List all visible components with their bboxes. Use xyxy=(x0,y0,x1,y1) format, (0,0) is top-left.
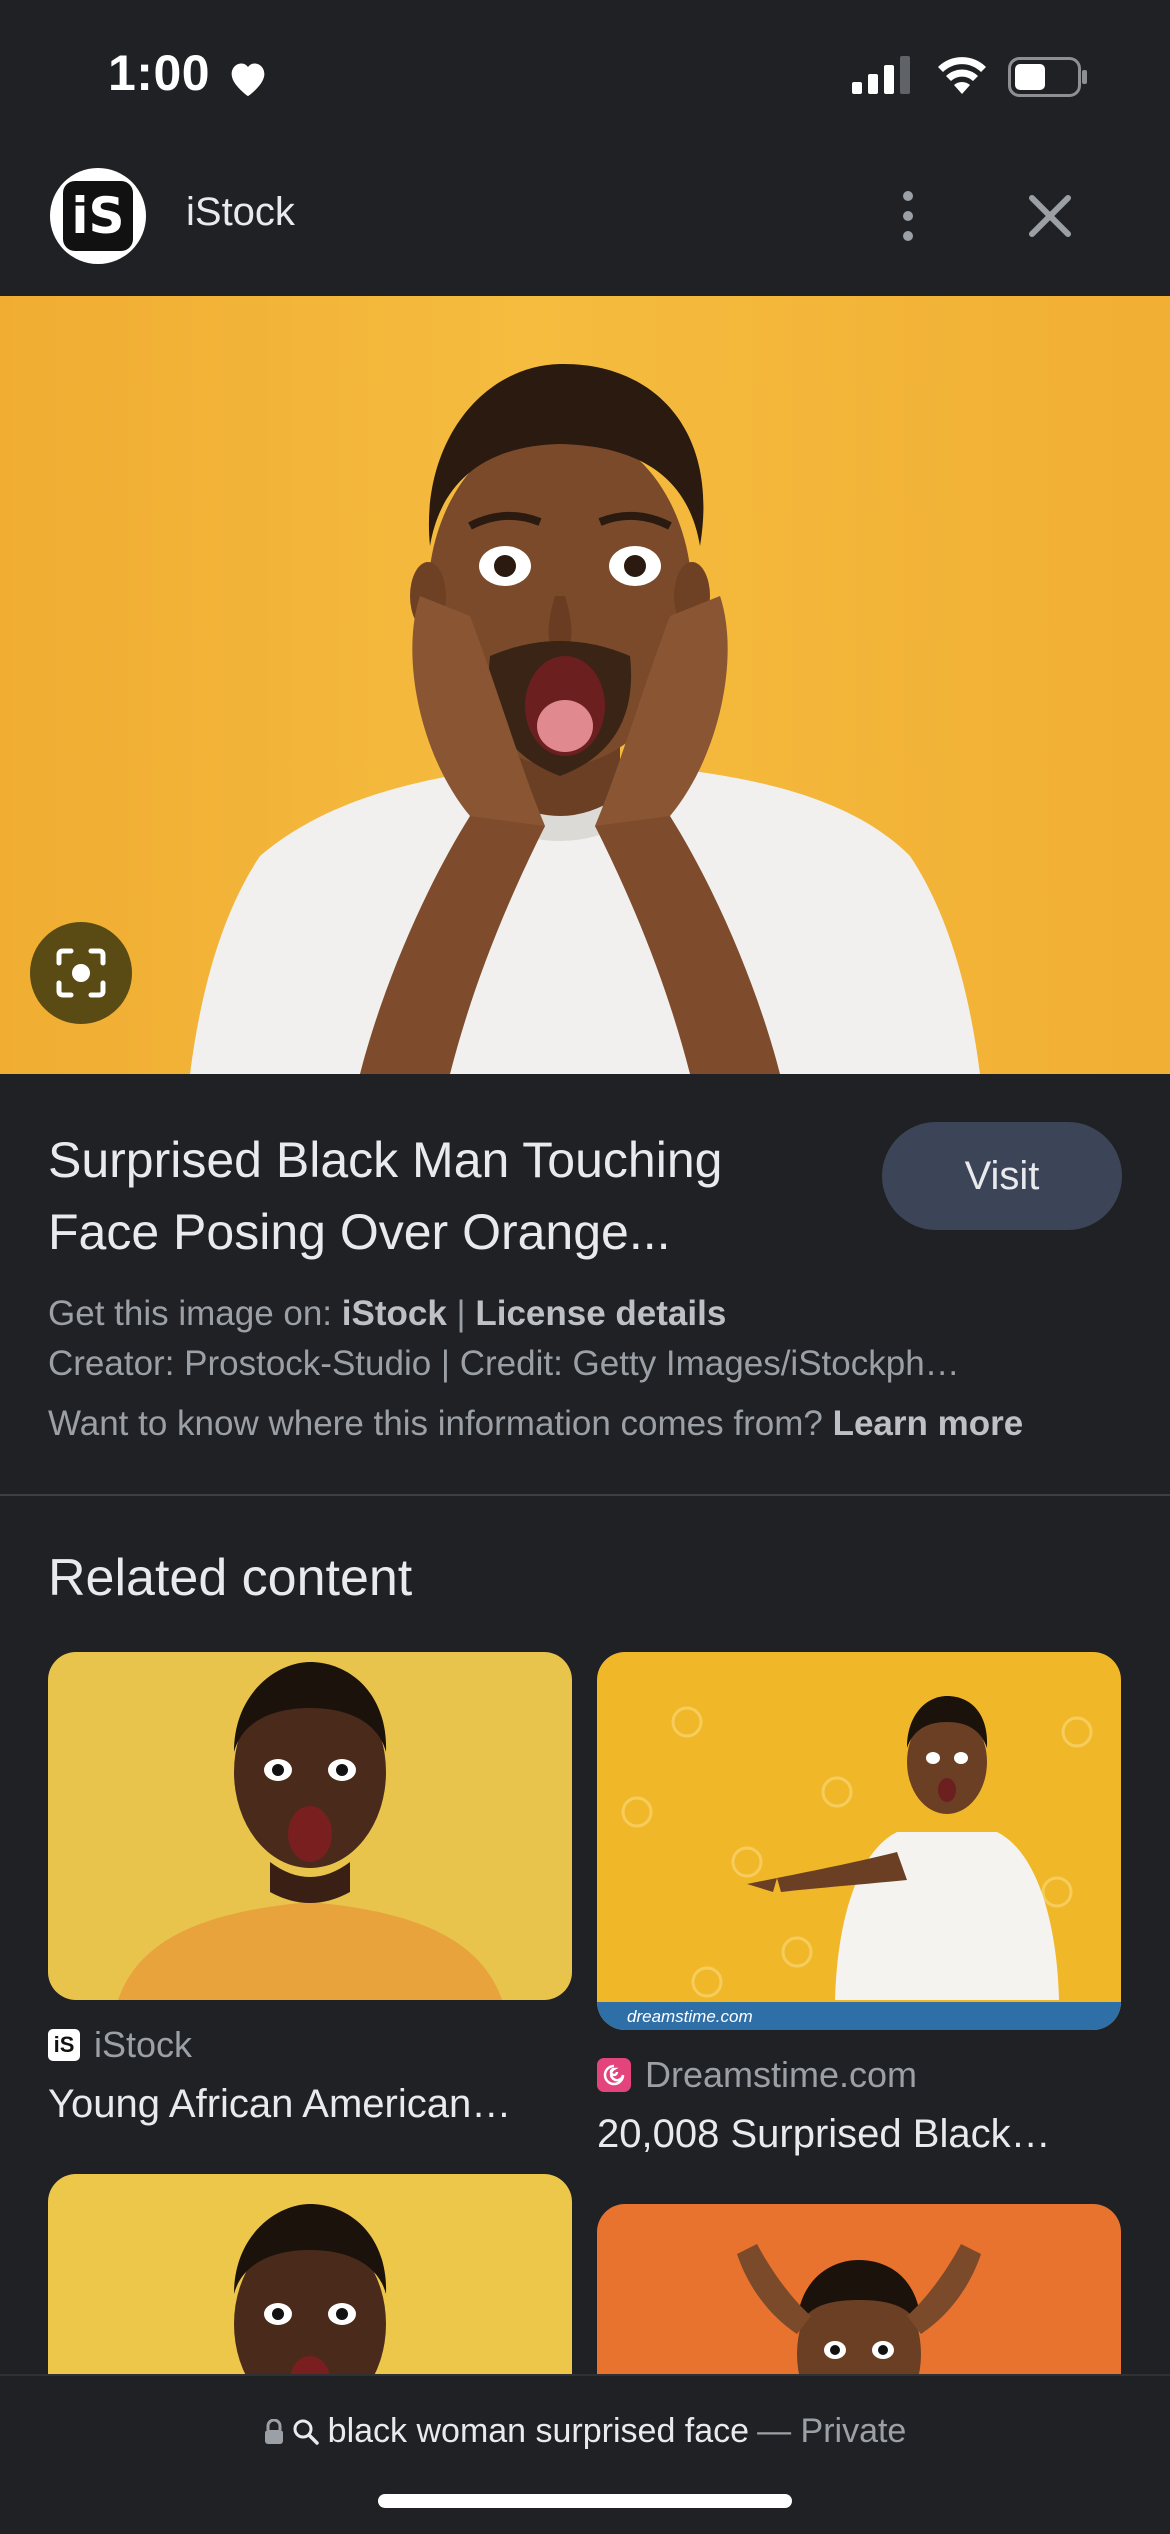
istock-logo[interactable]: iS xyxy=(50,168,146,264)
visit-button[interactable]: Visit xyxy=(882,1122,1122,1230)
get-image-source-link[interactable]: iStock xyxy=(342,1294,447,1333)
more-options-button[interactable] xyxy=(878,176,938,256)
url-row: black woman surprised face — Private xyxy=(0,2412,1170,2451)
lock-icon xyxy=(264,2418,283,2444)
bottom-url-bar[interactable]: black woman surprised face — Private xyxy=(0,2374,1170,2534)
home-indicator[interactable] xyxy=(378,2494,792,2508)
site-name[interactable]: iStock xyxy=(186,190,295,235)
info-question: Want to know where this information come… xyxy=(48,1404,833,1443)
status-bar: 1:00 xyxy=(0,0,1170,150)
related-card-source: Dreamstime.com xyxy=(597,2054,917,2096)
more-dot-icon xyxy=(903,211,913,221)
section-divider xyxy=(0,1494,1170,1496)
result-title-line: Face Posing Over Orange... xyxy=(48,1204,671,1260)
more-dot-icon xyxy=(903,191,913,201)
battery-icon xyxy=(1008,57,1087,97)
get-image-line: Get this image on: iStock | License deta… xyxy=(48,1294,726,1334)
related-image-card[interactable]: dreamstime.com xyxy=(597,1652,1121,2030)
related-content-heading: Related content xyxy=(48,1549,413,1607)
related-card-source: iS iStock xyxy=(48,2024,192,2066)
separator: | xyxy=(446,1294,476,1333)
related-card-title[interactable]: 20,008 Surprised Black… xyxy=(597,2112,1051,2157)
result-title-line: Surprised Black Man Touching xyxy=(48,1132,723,1188)
creator-line: Creator: Prostock-Studio | Credit: Getty… xyxy=(48,1344,960,1383)
related-card-source-name: iStock xyxy=(94,2024,193,2065)
istock-icon: iS xyxy=(48,2029,80,2061)
dreamstime-watermark: dreamstime.com xyxy=(627,2007,753,2026)
istock-logo-text: iS xyxy=(63,181,133,251)
cellular-signal-icon xyxy=(852,56,910,94)
viewer-header: iS iStock xyxy=(0,150,1170,296)
related-image-card[interactable] xyxy=(48,1652,572,2000)
close-icon[interactable] xyxy=(1010,176,1090,256)
search-query[interactable]: black woman surprised face xyxy=(328,2412,749,2451)
get-image-prefix: Get this image on: xyxy=(48,1294,342,1333)
related-thumbnail: dreamstime.com xyxy=(597,1652,1121,2030)
related-card-source-name: Dreamstime.com xyxy=(645,2054,918,2095)
heart-icon xyxy=(231,63,265,97)
related-card-title[interactable]: Young African American… xyxy=(48,2082,511,2127)
license-details-link[interactable]: License details xyxy=(475,1294,726,1333)
status-time: 1:00 xyxy=(108,45,211,101)
learn-more-link[interactable]: Learn more xyxy=(833,1404,1024,1443)
dreamstime-icon xyxy=(597,2058,631,2092)
surprised-man-photo xyxy=(190,363,980,1074)
private-label: — Private xyxy=(757,2412,907,2450)
lens-icon xyxy=(56,948,106,998)
main-result-image[interactable] xyxy=(0,296,1170,1074)
info-line: Want to know where this information come… xyxy=(48,1404,1023,1444)
result-title[interactable]: Surprised Black Man Touching Face Posing… xyxy=(48,1124,828,1268)
google-lens-button[interactable] xyxy=(30,922,132,1024)
wifi-icon xyxy=(938,57,986,94)
related-thumbnail xyxy=(48,1652,572,2000)
more-dot-icon xyxy=(903,231,913,241)
search-icon xyxy=(293,2419,319,2445)
